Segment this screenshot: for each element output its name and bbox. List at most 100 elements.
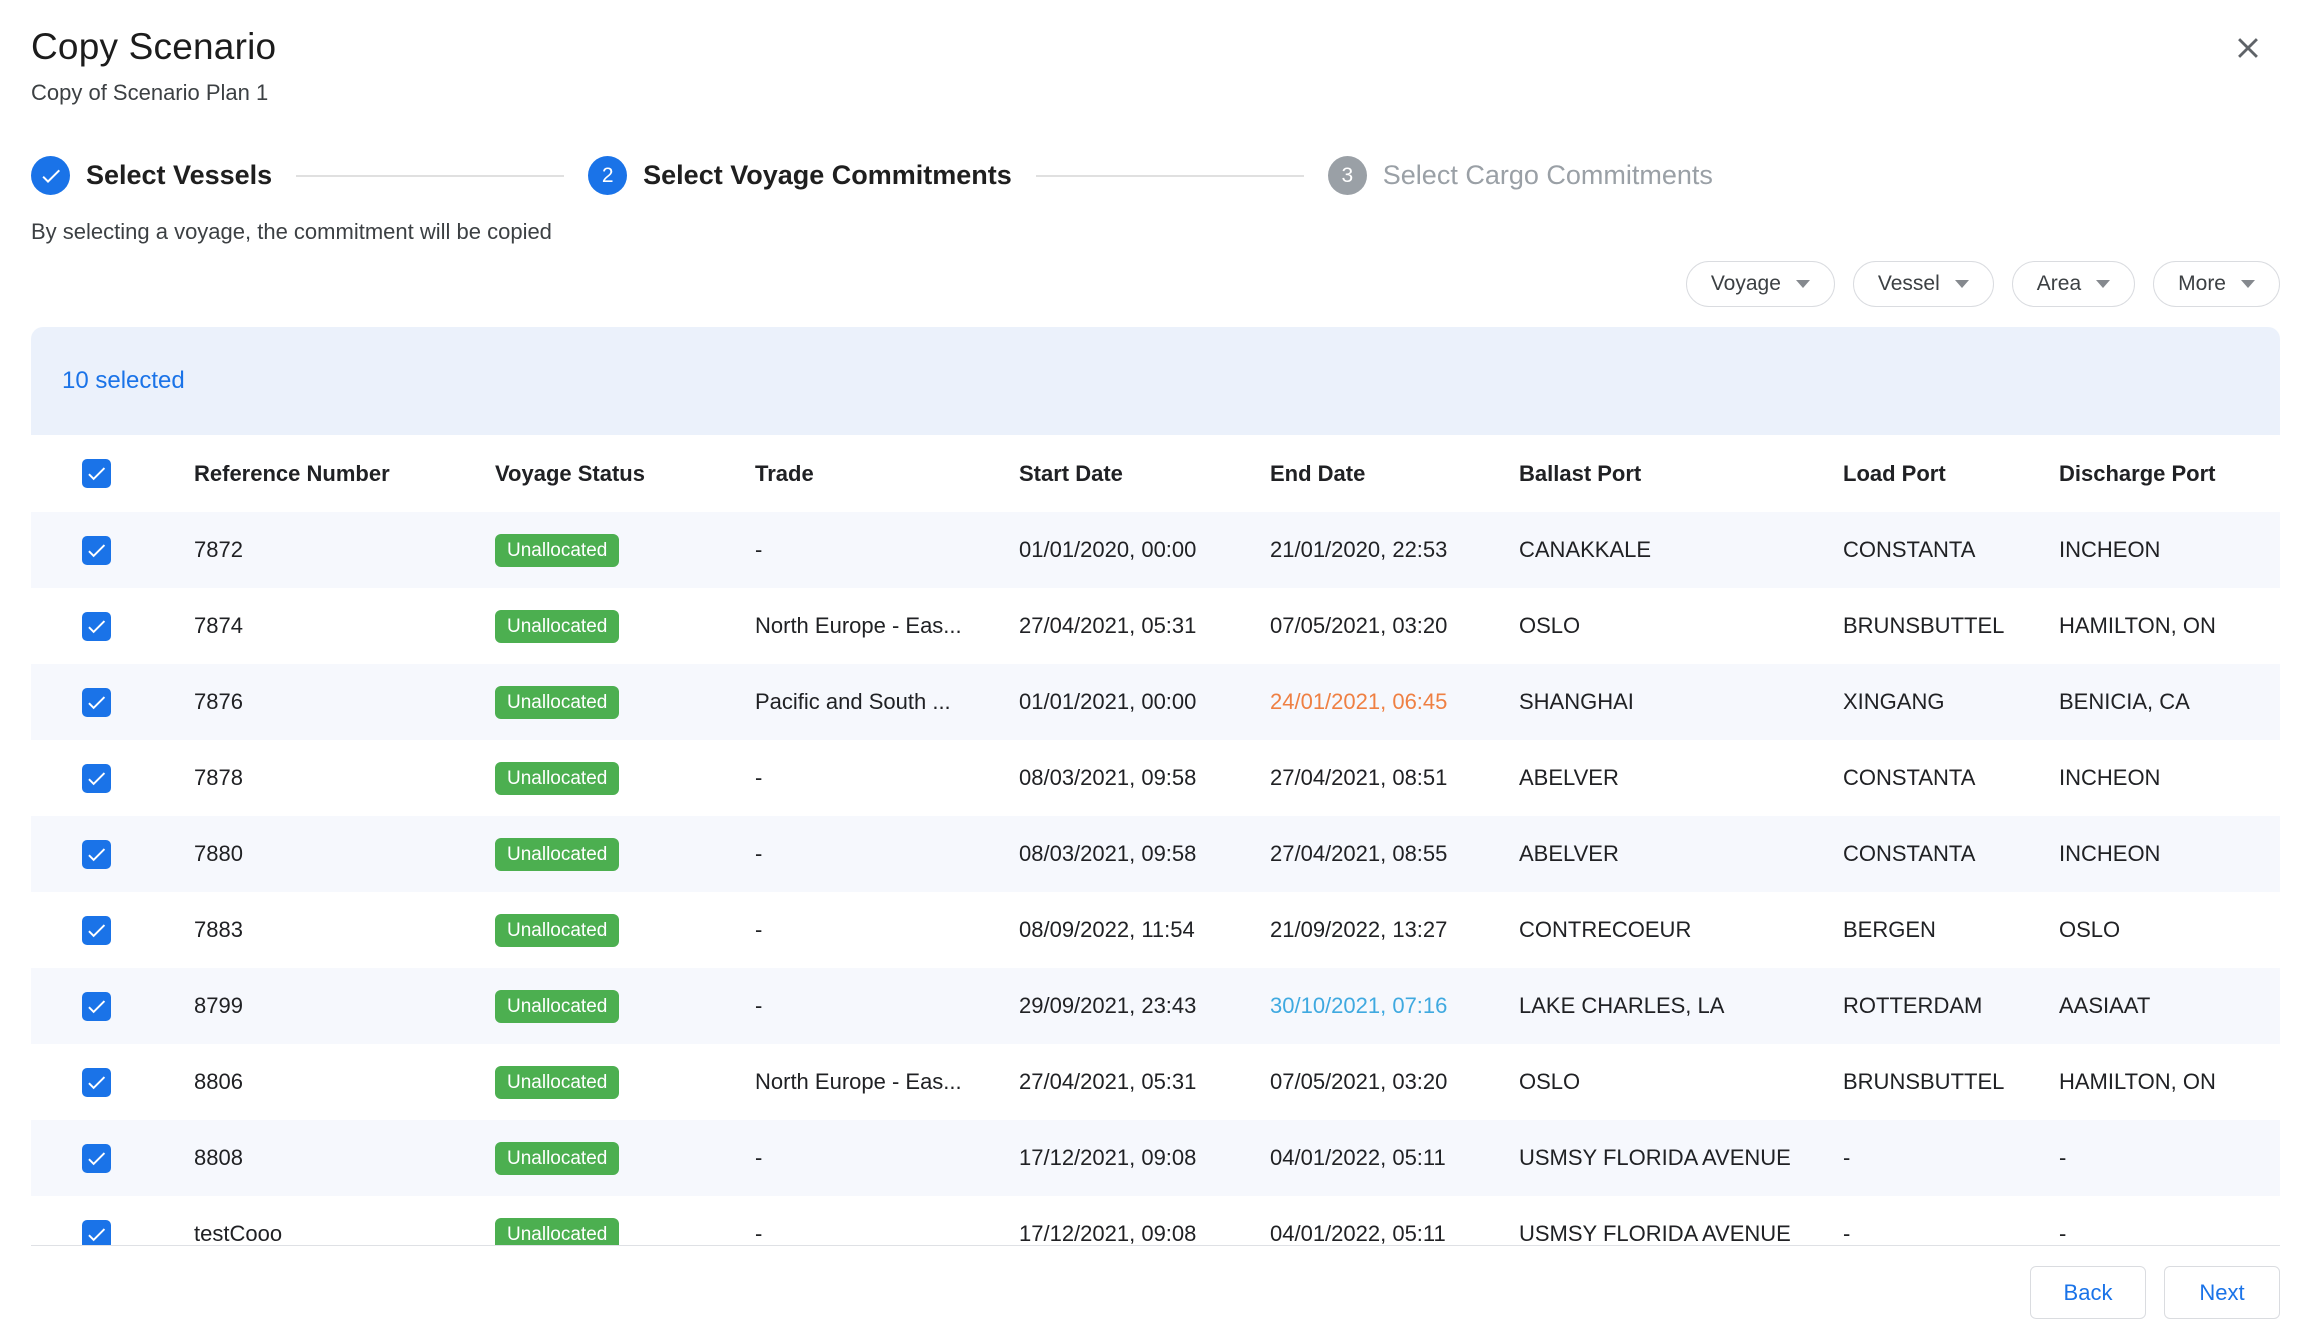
cell-voyage-status: Unallocated xyxy=(462,892,722,968)
step-2-circle: 2 xyxy=(588,156,627,195)
chevron-down-icon xyxy=(1796,280,1810,288)
back-button[interactable]: Back xyxy=(2030,1266,2146,1319)
cell-reference-number: 7874 xyxy=(161,588,462,664)
cell-voyage-status: Unallocated xyxy=(462,740,722,816)
chevron-down-icon xyxy=(2241,280,2255,288)
cell-trade: North Europe - Eas... xyxy=(722,588,986,664)
chevron-down-icon xyxy=(2096,280,2110,288)
cell-load-port: BRUNSBUTTEL xyxy=(1810,1044,2026,1120)
filter-button-area[interactable]: Area xyxy=(2012,261,2135,307)
cell-start-date: 27/04/2021, 05:31 xyxy=(986,1044,1237,1120)
row-checkbox[interactable] xyxy=(82,764,111,793)
filter-button-vessel[interactable]: Vessel xyxy=(1853,261,1994,307)
cell-reference-number: 7883 xyxy=(161,892,462,968)
filters-bar: Voyage Vessel Area More xyxy=(0,261,2304,307)
cell-load-port: XINGANG xyxy=(1810,664,2026,740)
table-row: 8808 Unallocated - 17/12/2021, 09:08 04/… xyxy=(31,1120,2280,1196)
select-all-checkbox[interactable] xyxy=(82,459,111,488)
cell-load-port: BRUNSBUTTEL xyxy=(1810,588,2026,664)
cell-discharge-port: INCHEON xyxy=(2026,816,2280,892)
cell-voyage-status: Unallocated xyxy=(462,1044,722,1120)
page-subtitle: Copy of Scenario Plan 1 xyxy=(31,80,2273,106)
cell-end-date: 30/10/2021, 07:16 xyxy=(1237,968,1486,1044)
status-badge: Unallocated xyxy=(495,914,619,947)
cell-reference-number: 7872 xyxy=(161,512,462,588)
cell-end-date: 21/09/2022, 13:27 xyxy=(1237,892,1486,968)
filter-label: Voyage xyxy=(1711,272,1781,296)
step-3-label: Select Cargo Commitments xyxy=(1383,160,1713,191)
row-checkbox[interactable] xyxy=(82,1144,111,1173)
cell-start-date: 17/12/2021, 09:08 xyxy=(986,1196,1237,1246)
cell-start-date: 01/01/2021, 00:00 xyxy=(986,664,1237,740)
column-header-ballast-port: Ballast Port xyxy=(1486,435,1810,512)
cell-end-date: 27/04/2021, 08:55 xyxy=(1237,816,1486,892)
step-3-circle: 3 xyxy=(1328,156,1367,195)
next-button[interactable]: Next xyxy=(2164,1266,2280,1319)
cell-discharge-port: OSLO xyxy=(2026,892,2280,968)
step-select-voyage-commitments[interactable]: 2 Select Voyage Commitments xyxy=(588,156,1012,195)
status-badge: Unallocated xyxy=(495,838,619,871)
table-row: 7883 Unallocated - 08/09/2022, 11:54 21/… xyxy=(31,892,2280,968)
dialog-header: Copy Scenario Copy of Scenario Plan 1 xyxy=(0,0,2304,106)
step-1-circle xyxy=(31,156,70,195)
chevron-down-icon xyxy=(1955,280,1969,288)
status-badge: Unallocated xyxy=(495,990,619,1023)
cell-trade: - xyxy=(722,512,986,588)
row-checkbox[interactable] xyxy=(82,840,111,869)
cell-trade: - xyxy=(722,816,986,892)
cell-ballast-port: OSLO xyxy=(1486,588,1810,664)
cell-load-port: CONSTANTA xyxy=(1810,512,2026,588)
table-row: 7876 Unallocated Pacific and South ... 0… xyxy=(31,664,2280,740)
cell-end-date: 04/01/2022, 05:11 xyxy=(1237,1196,1486,1246)
stepper: Select Vessels 2 Select Voyage Commitmen… xyxy=(0,156,2304,195)
cell-trade: - xyxy=(722,740,986,816)
column-header-reference-number: Reference Number xyxy=(161,435,462,512)
table-row: 7880 Unallocated - 08/03/2021, 09:58 27/… xyxy=(31,816,2280,892)
cell-start-date: 17/12/2021, 09:08 xyxy=(986,1120,1237,1196)
table-row: 7874 Unallocated North Europe - Eas... 2… xyxy=(31,588,2280,664)
cell-reference-number: 8799 xyxy=(161,968,462,1044)
close-button[interactable] xyxy=(2226,26,2270,70)
cell-trade: North Europe - Eas... xyxy=(722,1044,986,1120)
cell-trade: - xyxy=(722,968,986,1044)
row-checkbox[interactable] xyxy=(82,1220,111,1247)
cell-discharge-port: - xyxy=(2026,1196,2280,1246)
step-1-label: Select Vessels xyxy=(86,160,272,191)
row-checkbox[interactable] xyxy=(82,612,111,641)
row-checkbox-cell xyxy=(31,588,161,664)
cell-ballast-port: USMSY FLORIDA AVENUE xyxy=(1486,1196,1810,1246)
filter-label: Area xyxy=(2037,272,2081,296)
cell-end-date: 24/01/2021, 06:45 xyxy=(1237,664,1486,740)
voyage-commitments-table: Reference Number Voyage Status Trade Sta… xyxy=(31,435,2280,1246)
row-checkbox-cell xyxy=(31,1120,161,1196)
cell-start-date: 29/09/2021, 23:43 xyxy=(986,968,1237,1044)
row-checkbox[interactable] xyxy=(82,1068,111,1097)
column-header-voyage-status: Voyage Status xyxy=(462,435,722,512)
row-checkbox-cell xyxy=(31,512,161,588)
row-checkbox[interactable] xyxy=(82,992,111,1021)
cell-discharge-port: INCHEON xyxy=(2026,512,2280,588)
cell-end-date: 21/01/2020, 22:53 xyxy=(1237,512,1486,588)
cell-discharge-port: BENICIA, CA xyxy=(2026,664,2280,740)
table-row: 7872 Unallocated - 01/01/2020, 00:00 21/… xyxy=(31,512,2280,588)
filter-button-more[interactable]: More xyxy=(2153,261,2280,307)
cell-reference-number: testCooo xyxy=(161,1196,462,1246)
cell-reference-number: 7876 xyxy=(161,664,462,740)
cell-reference-number: 8806 xyxy=(161,1044,462,1120)
close-icon xyxy=(2231,31,2265,65)
step-select-vessels[interactable]: Select Vessels xyxy=(31,156,272,195)
dialog-footer: Back Next xyxy=(0,1246,2304,1319)
row-checkbox[interactable] xyxy=(82,688,111,717)
page-title: Copy Scenario xyxy=(31,26,2273,68)
cell-load-port: ROTTERDAM xyxy=(1810,968,2026,1044)
step-select-cargo-commitments[interactable]: 3 Select Cargo Commitments xyxy=(1328,156,1713,195)
filter-label: More xyxy=(2178,272,2226,296)
filter-button-voyage[interactable]: Voyage xyxy=(1686,261,1835,307)
status-badge: Unallocated xyxy=(495,762,619,795)
cell-discharge-port: HAMILTON, ON xyxy=(2026,1044,2280,1120)
cell-load-port: - xyxy=(1810,1120,2026,1196)
row-checkbox[interactable] xyxy=(82,916,111,945)
cell-ballast-port: OSLO xyxy=(1486,1044,1810,1120)
row-checkbox[interactable] xyxy=(82,536,111,565)
table-body: 7872 Unallocated - 01/01/2020, 00:00 21/… xyxy=(31,512,2280,1246)
